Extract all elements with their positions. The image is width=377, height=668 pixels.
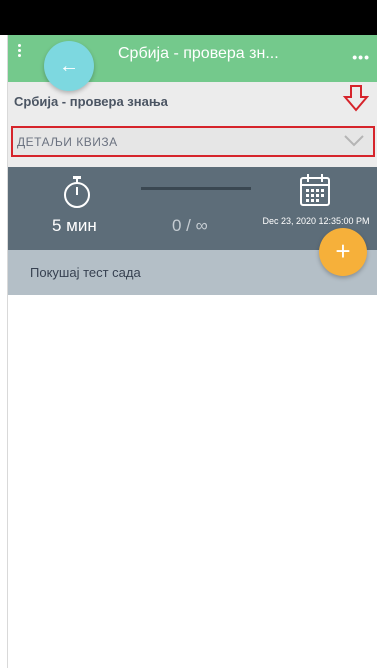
progress-line bbox=[141, 187, 251, 190]
status-bar bbox=[0, 0, 377, 35]
plus-icon: + bbox=[335, 236, 351, 266]
vertical-dots-icon[interactable] bbox=[17, 44, 23, 64]
chevron-down-icon bbox=[344, 135, 364, 147]
quiz-title: Србија - провера знања bbox=[14, 94, 168, 109]
quiz-stats: 5 мин 0 / ∞ Dec 23, 2020 12:35:00 PM bbox=[8, 167, 377, 250]
app-title: Србија - провера зн... bbox=[118, 45, 279, 62]
quiz-details-toggle[interactable]: ДЕТАЉИ КВИЗА bbox=[11, 126, 375, 157]
arrow-left-icon: ← bbox=[59, 55, 79, 77]
details-label: ДЕТАЉИ КВИЗА bbox=[17, 135, 118, 149]
back-button[interactable]: ← bbox=[44, 41, 94, 91]
attempt-test-label: Покушај тест сада bbox=[30, 265, 141, 280]
overflow-menu-button[interactable]: ••• bbox=[352, 49, 370, 65]
app-screen: Србија - провера зн... ••• ← Србија - пр… bbox=[7, 35, 377, 668]
quiz-header: Србија - провера знања ДЕТАЉИ КВИЗА bbox=[8, 82, 377, 167]
add-button[interactable]: + bbox=[319, 228, 367, 276]
duration-value: 5 мин bbox=[52, 216, 97, 235]
start-date-value: Dec 23, 2020 12:35:00 PM bbox=[262, 216, 370, 226]
stopwatch-icon bbox=[64, 176, 90, 208]
calendar-icon bbox=[300, 174, 330, 206]
attempts-value: 0 / ∞ bbox=[172, 216, 208, 235]
down-arrow-icon bbox=[342, 85, 370, 112]
